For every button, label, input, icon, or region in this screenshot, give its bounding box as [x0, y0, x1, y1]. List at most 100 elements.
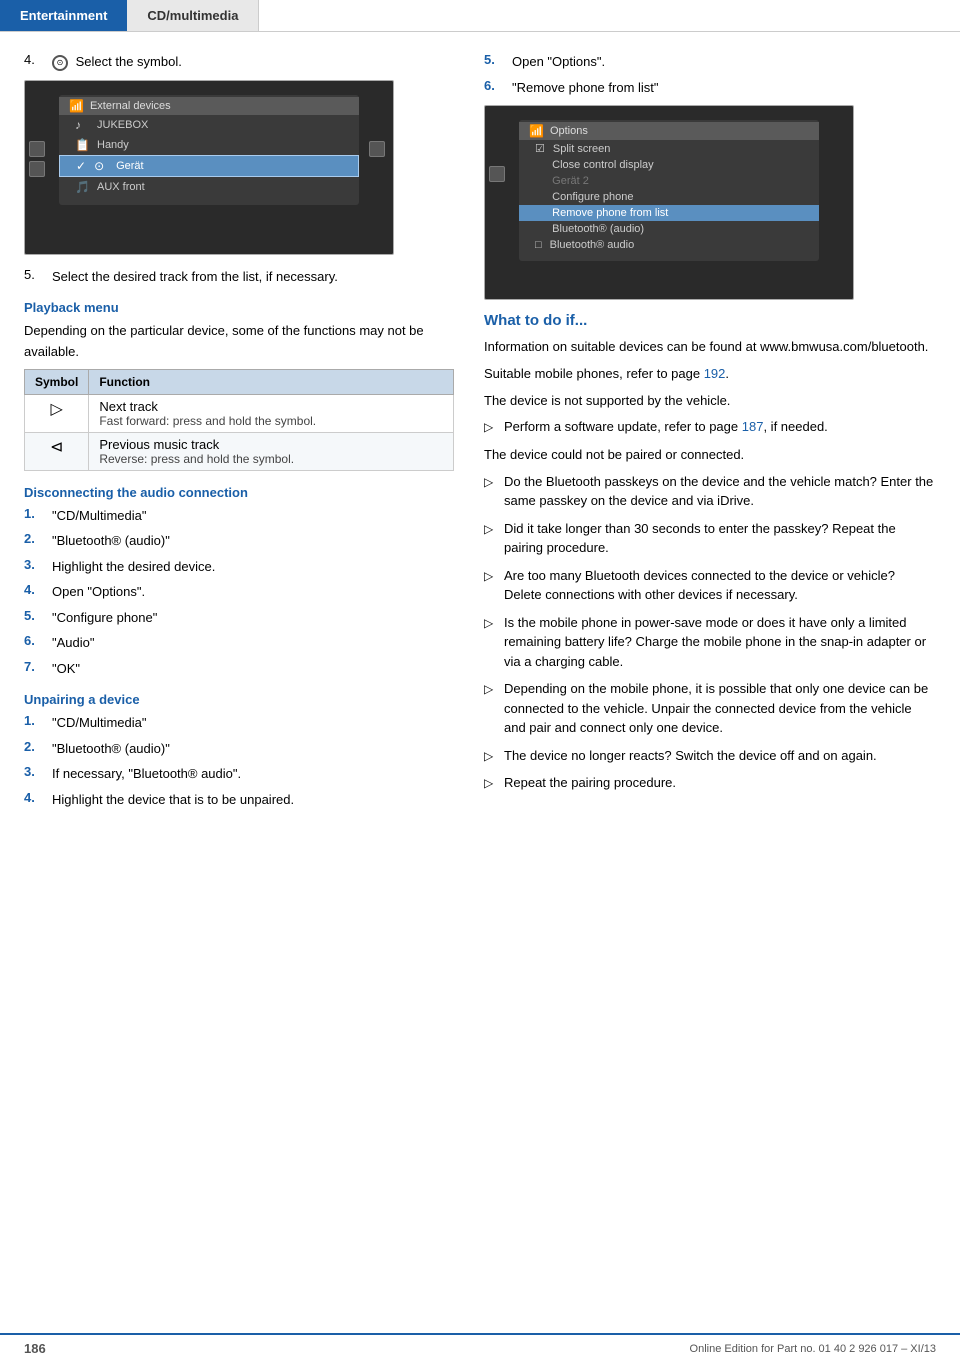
side-btn-2 [29, 161, 45, 177]
check-icon: ✓ [76, 159, 86, 173]
not-paired-text: The device could not be paired or connec… [484, 445, 936, 466]
screen2-item-close: Close control display [519, 157, 819, 173]
bullet-arrow-icon: ▷ [484, 473, 500, 491]
bullet-repeat-pairing: ▷ Repeat the pairing procedure. [484, 773, 936, 793]
side-buttons-left-2 [489, 166, 505, 182]
wifi-icon: 📶 [69, 99, 84, 113]
screen2-item-split: ☑ Split screen [519, 140, 819, 157]
unpair-step-1: 1. "CD/Multimedia" [24, 713, 454, 733]
bullet-too-many-devices: ▷ Are too many Bluetooth devices connect… [484, 566, 936, 605]
step-4-number: 4. [24, 52, 52, 67]
screen-item-handy: 📋 Handy [59, 135, 359, 155]
screen2-item-geraet2: Gerät 2 [519, 173, 819, 189]
unpair-step-4: 4. Highlight the device that is to be un… [24, 790, 454, 810]
side-buttons-left [29, 141, 45, 177]
screen2-content: 📶 Options ☑ Split screen Close control d… [519, 120, 819, 261]
playback-menu-desc: Depending on the particular device, some… [24, 321, 454, 363]
screen2-title-bar: 📶 Options [519, 122, 819, 140]
tab-cd-multimedia-label: CD/multimedia [147, 8, 238, 23]
col-symbol: Symbol [25, 369, 89, 394]
suitable-link: 192 [704, 366, 726, 381]
step-5-text: Select the desired track from the list, … [52, 267, 338, 287]
unpair-step-3: 3. If necessary, "Bluetooth® audio". [24, 764, 454, 784]
bullet-software-update: ▷ Perform a software update, refer to pa… [484, 417, 936, 437]
screen2-item-remove: Remove phone from list [519, 205, 819, 221]
disconnect-step-3: 3. Highlight the desired device. [24, 557, 454, 577]
step-6-right-text: "Remove phone from list" [512, 78, 659, 98]
checkbox-icon: □ [535, 239, 542, 251]
bullet-arrow-icon: ▷ [484, 520, 500, 538]
step-num: 6. [24, 633, 52, 648]
side-btn-right [369, 141, 385, 157]
bullet-one-device: ▷ Depending on the mobile phone, it is p… [484, 679, 936, 738]
right-column: 5. Open "Options". 6. "Remove phone from… [484, 52, 936, 815]
step-num: 2. [24, 531, 52, 546]
bullet-no-react: ▷ The device no longer reacts? Switch th… [484, 746, 936, 766]
wifi-icon-2: 📶 [529, 124, 544, 138]
bullet-arrow-icon: ▷ [484, 680, 500, 698]
screen-content: 📶 External devices ♪ JUKEBOX 📋 Handy ✓ ⊙… [59, 95, 359, 205]
disconnect-step-2: 2. "Bluetooth® (audio)" [24, 531, 454, 551]
step-num: 3. [24, 557, 52, 572]
step-text: Open "Options". [52, 582, 145, 602]
step-num: 1. [24, 506, 52, 521]
step-text: Highlight the device that is to be unpai… [52, 790, 294, 810]
screenshot-external-devices: 📶 External devices ♪ JUKEBOX 📋 Handy ✓ ⊙… [24, 80, 394, 255]
side-btn-3 [489, 166, 505, 182]
step-text: "Bluetooth® (audio)" [52, 739, 170, 759]
suitable-text: Suitable mobile phones, refer to page 19… [484, 364, 936, 385]
step-num: 3. [24, 764, 52, 779]
bullet-arrow-icon: ▷ [484, 567, 500, 585]
step-text: "Audio" [52, 633, 94, 653]
what-heading: What to do if... [484, 312, 936, 329]
screen-title: External devices [90, 100, 171, 112]
tab-entertainment-label: Entertainment [20, 8, 107, 23]
side-button-right [369, 141, 385, 157]
disconnect-step-7: 7. "OK" [24, 659, 454, 679]
bullet-passkey-timeout: ▷ Did it take longer than 30 seconds to … [484, 519, 936, 558]
geraet-icon: ⊙ [94, 159, 108, 173]
unpair-step-2: 2. "Bluetooth® (audio)" [24, 739, 454, 759]
page-number: 186 [24, 1341, 46, 1356]
step-text: "CD/Multimedia" [52, 506, 146, 526]
step-text: "Bluetooth® (audio)" [52, 531, 170, 551]
info-text: Information on suitable devices can be f… [484, 337, 936, 358]
disconnect-step-4: 4. Open "Options". [24, 582, 454, 602]
step-num: 4. [24, 582, 52, 597]
bullet-power-save: ▷ Is the mobile phone in power-save mode… [484, 613, 936, 672]
step-5-right: 5. Open "Options". [484, 52, 936, 72]
jukebox-icon: ♪ [75, 118, 89, 132]
bullet-arrow-icon: ▷ [484, 614, 500, 632]
screen2-item-bt-audio: Bluetooth® (audio) [519, 221, 819, 237]
disconnect-step-1: 1. "CD/Multimedia" [24, 506, 454, 526]
step-text: If necessary, "Bluetooth® audio". [52, 764, 241, 784]
tab-entertainment[interactable]: Entertainment [0, 0, 127, 31]
symbol-table: Symbol Function ▷ Next track Fast forwar… [24, 369, 454, 471]
page-header: Entertainment CD/multimedia [0, 0, 960, 32]
disconnect-step-5: 5. "Configure phone" [24, 608, 454, 628]
bullet-arrow-icon: ▷ [484, 418, 500, 436]
step-text: "CD/Multimedia" [52, 713, 146, 733]
screen2-item-bt-audio2: □ Bluetooth® audio [519, 237, 819, 253]
function-next-track: Next track Fast forward: press and hold … [89, 394, 454, 432]
step-num: 4. [24, 790, 52, 805]
step-num: 7. [24, 659, 52, 674]
table-row: ⊲ Previous music track Reverse: press an… [25, 432, 454, 470]
bullet-arrow-icon: ▷ [484, 747, 500, 765]
step-4-text: ⊙ Select the symbol. [52, 52, 182, 72]
table-header-row: Symbol Function [25, 369, 454, 394]
col-function: Function [89, 369, 454, 394]
split-screen-icon: ☑ [535, 142, 545, 155]
playback-menu-heading: Playback menu [24, 300, 454, 315]
step-5-left: 5. Select the desired track from the lis… [24, 267, 454, 287]
side-btn-1 [29, 141, 45, 157]
step-5-right-number: 5. [484, 52, 512, 67]
symbol-next-track: ▷ [25, 394, 89, 432]
tab-cd-multimedia[interactable]: CD/multimedia [127, 0, 259, 31]
screenshot-options: 📶 Options ☑ Split screen Close control d… [484, 105, 854, 300]
left-column: 4. ⊙ Select the symbol. 📶 External devic… [24, 52, 454, 815]
step-5-number: 5. [24, 267, 52, 282]
step-4-icon: ⊙ [52, 55, 68, 71]
step-num: 2. [24, 739, 52, 754]
symbol-prev-track: ⊲ [25, 432, 89, 470]
